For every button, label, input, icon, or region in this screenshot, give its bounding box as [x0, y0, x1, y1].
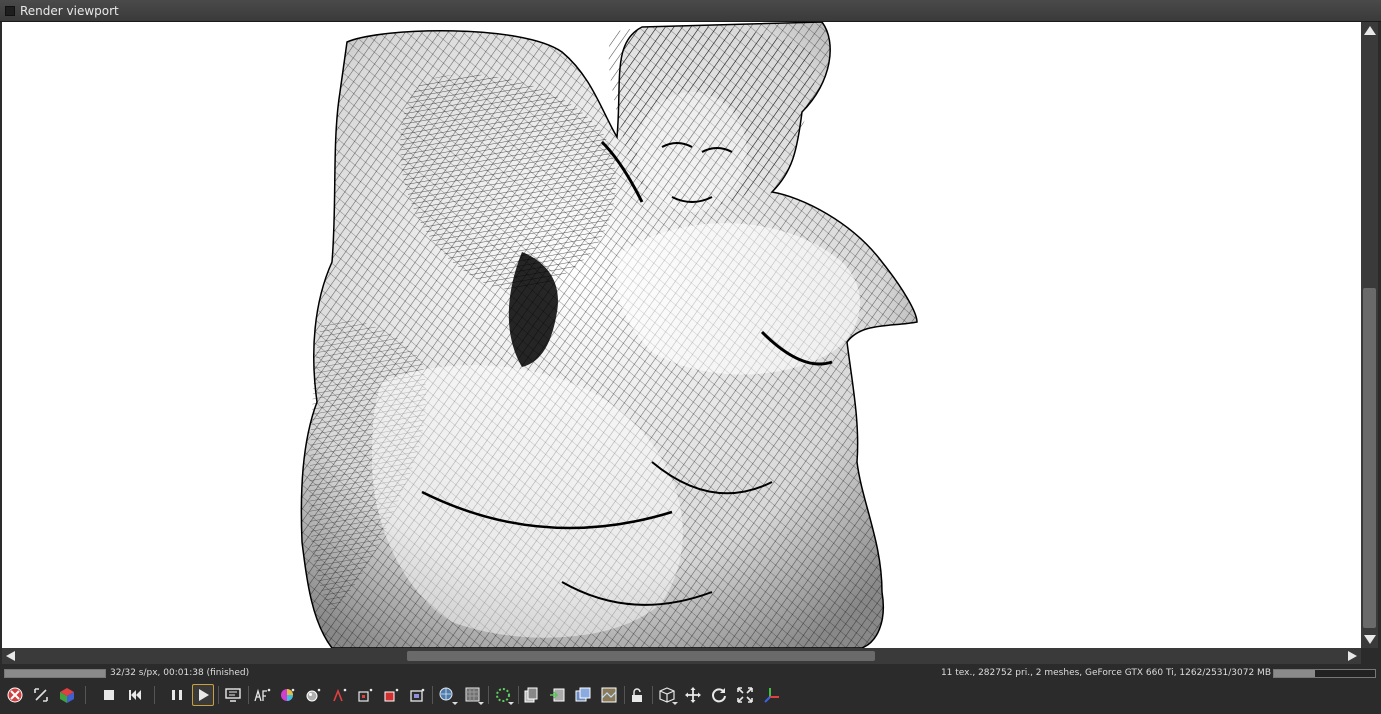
af-icon	[254, 688, 271, 702]
copy-icon	[524, 687, 538, 703]
render-passes-button[interactable]	[462, 684, 484, 706]
color-cube-button[interactable]	[56, 684, 78, 706]
lock-button[interactable]	[626, 684, 648, 706]
film-region-icon	[410, 688, 425, 702]
denoiser-button[interactable]	[492, 684, 514, 706]
dropdown-caret-icon	[478, 702, 484, 705]
material-picker-button[interactable]	[302, 684, 324, 706]
export-button[interactable]	[546, 684, 568, 706]
clone-icon	[575, 687, 591, 702]
color-cube-icon	[60, 688, 74, 703]
dropdown-caret-icon	[452, 702, 458, 705]
pause-icon	[172, 690, 182, 700]
vertical-scrollbar[interactable]	[1361, 22, 1378, 648]
window-title: Render viewport	[20, 4, 119, 18]
toolbar-separator	[154, 686, 155, 704]
stop-button[interactable]	[98, 684, 120, 706]
texture-button[interactable]	[598, 684, 620, 706]
horizontal-scroll-thumb[interactable]	[407, 651, 875, 661]
restart-button[interactable]	[124, 684, 146, 706]
horizontal-scrollbar[interactable]	[2, 648, 1361, 664]
lock-icon	[632, 688, 642, 702]
display-settings-button[interactable]	[222, 684, 244, 706]
region-picker-button[interactable]	[380, 684, 402, 706]
display-icon	[225, 688, 241, 702]
toolbar-separator	[248, 686, 249, 704]
render-status-text: 32/32 s/px, 00:01:38 (finished)	[110, 668, 250, 678]
fit-view-button[interactable]	[734, 684, 756, 706]
scroll-right-icon[interactable]	[1348, 651, 1357, 661]
view-cube-button[interactable]	[656, 684, 678, 706]
scene-stats-text: 11 tex., 282752 pri., 2 meshes, GeForce …	[940, 668, 1271, 678]
scroll-down-icon[interactable]	[1364, 635, 1376, 644]
clone-button[interactable]	[572, 684, 594, 706]
memory-usage-fill	[1274, 670, 1316, 677]
pause-button[interactable]	[166, 684, 188, 706]
restart-icon	[129, 690, 141, 700]
toolbar-separator	[218, 686, 219, 704]
world-settings-button[interactable]	[436, 684, 458, 706]
dropdown-caret-icon	[672, 702, 678, 705]
color-picker-button[interactable]	[276, 684, 298, 706]
toolbar-separator	[432, 686, 433, 704]
pan-button[interactable]	[682, 684, 704, 706]
texture-icon	[601, 687, 617, 703]
object-picker-icon	[358, 688, 373, 702]
render-viewport[interactable]	[2, 22, 1361, 648]
export-icon	[550, 688, 565, 702]
toolbar-separator	[85, 686, 86, 704]
window-icon	[5, 6, 15, 16]
play-icon	[199, 689, 209, 701]
viewport-title-bar: Render viewport	[0, 0, 1381, 22]
rendered-statue-image	[300, 22, 918, 648]
color-picker-icon	[281, 688, 295, 701]
toolbar-separator	[518, 686, 519, 704]
axis-gizmo-button[interactable]	[760, 684, 782, 706]
scroll-left-icon[interactable]	[6, 651, 15, 661]
play-button[interactable]	[192, 684, 214, 706]
fit-icon	[737, 687, 753, 703]
render-progress-fill	[5, 670, 105, 677]
pan-icon	[685, 687, 701, 703]
material-picker-icon	[306, 688, 321, 702]
orbit-button[interactable]	[708, 684, 730, 706]
memory-usage-bar	[1273, 669, 1376, 678]
zoom-region-button[interactable]	[30, 684, 52, 706]
af-button[interactable]	[251, 684, 273, 706]
dropdown-caret-icon	[508, 702, 514, 705]
region-picker-icon	[384, 688, 399, 702]
stop-icon	[104, 690, 114, 700]
render-progress-bar	[4, 669, 106, 678]
axis-gizmo-icon	[764, 688, 779, 703]
orbit-icon	[712, 688, 726, 703]
status-bar: 32/32 s/px, 00:01:38 (finished) 11 tex.,…	[0, 666, 1381, 682]
film-region-button[interactable]	[406, 684, 428, 706]
focus-picker-button[interactable]	[328, 684, 350, 706]
reset-camera-button[interactable]	[4, 684, 26, 706]
reset-camera-icon	[7, 687, 23, 703]
render-toolbar	[0, 682, 1381, 710]
scroll-up-icon[interactable]	[1364, 26, 1376, 35]
vertical-scroll-thumb[interactable]	[1363, 288, 1376, 628]
object-picker-button[interactable]	[354, 684, 376, 706]
toolbar-separator	[488, 686, 489, 704]
copy-to-clipboard-button[interactable]	[520, 684, 542, 706]
focus-picker-icon	[333, 688, 347, 702]
zoom-region-icon	[34, 688, 48, 702]
toolbar-separator	[624, 686, 625, 704]
toolbar-separator	[652, 686, 653, 704]
